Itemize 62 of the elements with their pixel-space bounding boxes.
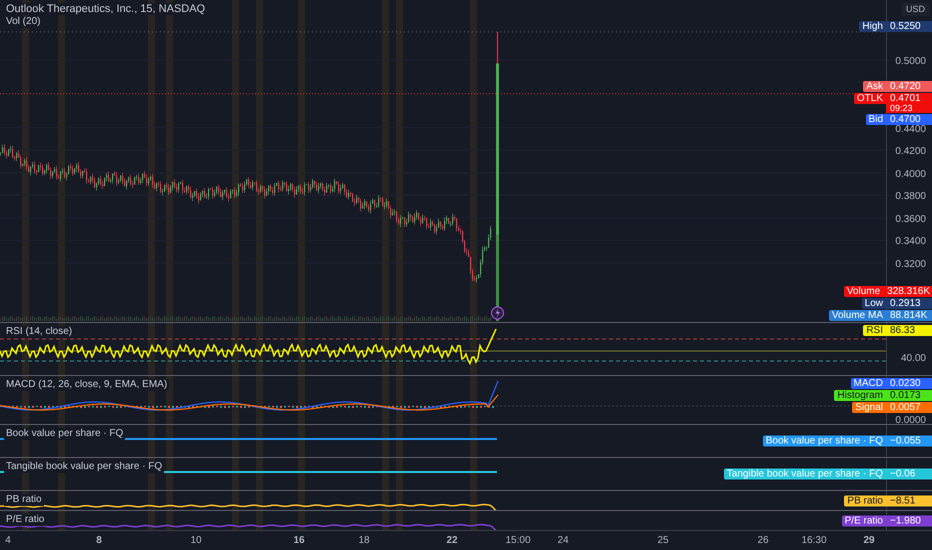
tag-label: OTLK: [854, 92, 886, 104]
tag-label: Signal: [852, 402, 886, 413]
time-label: 4: [5, 535, 11, 547]
indicator-title: P/E ratio: [4, 514, 46, 526]
indicator-title: RSI (14, close): [4, 326, 74, 338]
tag-value: 86.33: [886, 325, 932, 336]
tag-value: 0.4701: [886, 92, 932, 104]
tag-label: Book value per share · FQ: [762, 436, 886, 446]
tag-label: P/E ratio: [842, 515, 886, 526]
axis-tick: 40.00: [900, 353, 926, 365]
time-label: 22: [446, 535, 458, 547]
axis-tick: 0.5000: [895, 56, 926, 68]
tag-value: 88.814K: [886, 310, 932, 321]
time-label: 18: [358, 535, 370, 547]
tag-label: High: [859, 20, 886, 32]
time-label: 26: [757, 535, 769, 547]
axis-tick: 0.3800: [895, 191, 926, 204]
time-label: 10: [190, 535, 202, 547]
time-label: 24: [557, 535, 569, 547]
indicator-title: Vol (20): [4, 16, 42, 28]
tag-label: Volume MA: [828, 310, 886, 321]
tag-label: Tangible book value per share · FQ: [724, 468, 886, 480]
tag-value: −1.980: [886, 515, 932, 526]
tag-label: Ask: [863, 80, 886, 92]
indicator-title: PB ratio: [4, 494, 44, 506]
currency-button[interactable]: USD: [902, 3, 929, 16]
chart-title: Outlook Therapeutics, Inc., 15, NASDAQ: [4, 3, 208, 15]
tag-label: Histogram: [834, 390, 886, 401]
time-label: 15:00: [505, 535, 531, 547]
tag-label: Volume: [844, 286, 884, 297]
axis-tick: 0.4000: [895, 168, 926, 181]
time-label: 29: [863, 535, 875, 547]
tag-value: −8.51: [886, 495, 932, 506]
tag-label: MACD: [850, 378, 886, 389]
tag-value: 0.4700: [886, 114, 932, 125]
tag-value: 0.0173: [886, 390, 932, 401]
axis-tick: 0.0000: [895, 415, 926, 427]
tag-value: −0.055: [886, 436, 932, 446]
tag-value: 0.2913: [886, 298, 932, 309]
time-label: 25: [657, 535, 669, 547]
tag-value: 0.0057: [886, 402, 932, 413]
tag-value: 0.4720: [886, 80, 932, 92]
axis-tick: 0.4200: [895, 146, 926, 158]
axis-tick: 0.3600: [895, 214, 926, 226]
tag-value: 328.316K: [883, 286, 932, 297]
axis-tick: 0.4400: [895, 124, 926, 136]
tag-label: Bid: [866, 114, 886, 125]
time-label: 8: [96, 535, 102, 547]
tag-label: PB ratio: [844, 495, 886, 506]
axis-tick: 0.3400: [895, 236, 926, 248]
tag-label: RSI: [863, 325, 886, 336]
tag-label: Low: [862, 298, 886, 309]
indicator-title: Book value per share · FQ: [4, 428, 126, 440]
tag-value: −0.06: [886, 468, 932, 480]
indicator-title: MACD (12, 26, close, 9, EMA, EMA): [4, 379, 170, 391]
indicator-title: Tangible book value per share · FQ: [4, 461, 164, 473]
time-label: 16: [293, 535, 305, 547]
axis-tick: 0.3200: [895, 258, 926, 271]
lightning-icon[interactable]: [490, 306, 504, 320]
tag-value: 0.0230: [886, 378, 932, 389]
tag-value: 0.5250: [886, 20, 932, 32]
time-label: 16:30: [801, 535, 827, 547]
